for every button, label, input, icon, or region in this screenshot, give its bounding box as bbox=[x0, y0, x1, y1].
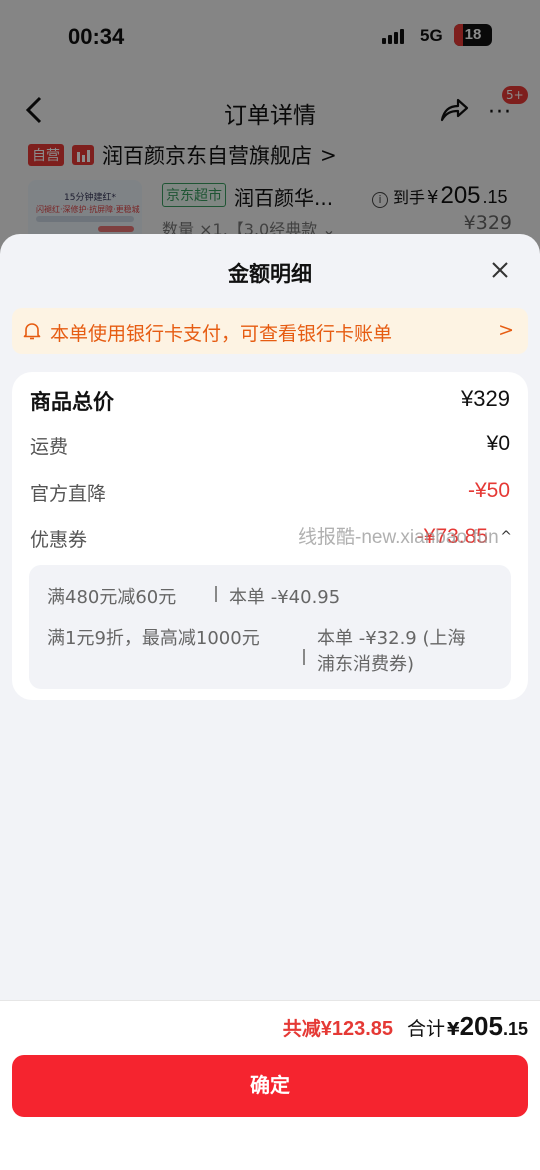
grand-total-decimal: .15 bbox=[502, 1019, 528, 1039]
bell-icon bbox=[23, 323, 41, 340]
order-detail-background: 00:34 5G 18 订单详情 ··· 5+ 自营 润百颜京东自营旗舰店 > … bbox=[0, 0, 540, 260]
shipping-value: ¥0 bbox=[486, 432, 510, 455]
shipping-row: 运费 ¥0 bbox=[30, 432, 510, 462]
total-saving-label: 共减 bbox=[282, 1018, 321, 1040]
grand-total-yen: ¥ bbox=[447, 1019, 460, 1040]
coupon-amount-2-line-2: 浦东消费券) bbox=[317, 654, 415, 675]
grand-total-label: 合计 bbox=[407, 1018, 446, 1040]
sheet-title: 金额明细 bbox=[228, 262, 312, 286]
chevron-up-icon: ^ bbox=[500, 529, 512, 545]
total-price-value: ¥329 bbox=[461, 386, 510, 411]
notice-text: 本单使用银行卡支付，可查看银行卡账单 bbox=[50, 323, 393, 345]
chevron-right-icon: > bbox=[498, 319, 514, 341]
total-saving-value: ¥123.85 bbox=[320, 1018, 394, 1040]
coupon-amount-1: 本单 -¥40.95 bbox=[229, 587, 341, 608]
watermark: 线报酷-new.xianbao.fun bbox=[298, 527, 499, 548]
coupon-divider bbox=[303, 649, 305, 665]
coupon-divider bbox=[215, 586, 217, 602]
modal-overlay[interactable] bbox=[0, 0, 540, 260]
grand-total-integer: 205 bbox=[459, 1011, 503, 1041]
official-discount-label: 官方直降 bbox=[30, 483, 107, 505]
confirm-button[interactable]: 确定 bbox=[12, 1055, 528, 1117]
coupon-detail-box: 满480元减60元 本单 -¥40.95 满1元9折，最高减1000元 本单 -… bbox=[29, 565, 511, 689]
coupon-rule-2: 满1元9折，最高减1000元 bbox=[47, 628, 260, 649]
official-discount-value: -¥50 bbox=[467, 479, 510, 502]
bottom-bar: 共减 ¥123.85 合计 ¥ 205 .15 确定 bbox=[0, 1000, 540, 1170]
total-price-label: 商品总价 bbox=[30, 390, 114, 414]
coupon-label: 优惠券 bbox=[30, 529, 88, 551]
summary-line: 共减 ¥123.85 合计 ¥ 205 .15 bbox=[283, 1011, 528, 1042]
coupon-amount-2-line-1: 本单 -¥32.9 (上海 bbox=[317, 628, 466, 649]
official-discount-row: 官方直降 -¥50 bbox=[30, 479, 510, 509]
bank-card-notice[interactable]: 本单使用银行卡支付，可查看银行卡账单 > bbox=[12, 308, 528, 354]
close-icon[interactable] bbox=[488, 258, 512, 282]
shipping-label: 运费 bbox=[30, 436, 69, 458]
total-price-row: 商品总价 ¥329 bbox=[30, 386, 510, 416]
coupon-rule-1: 满480元减60元 bbox=[47, 587, 177, 608]
